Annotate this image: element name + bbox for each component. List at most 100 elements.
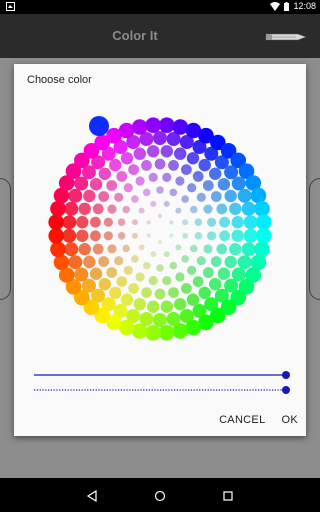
- color-swatch[interactable]: [83, 189, 96, 203]
- color-swatch[interactable]: [114, 192, 124, 202]
- color-swatch[interactable]: [53, 254, 70, 271]
- color-swatch[interactable]: [231, 216, 244, 229]
- color-swatch[interactable]: [107, 244, 117, 254]
- color-swatch[interactable]: [98, 256, 110, 267]
- color-swatch[interactable]: [154, 158, 166, 170]
- color-swatch[interactable]: [216, 243, 228, 255]
- color-swatch[interactable]: [162, 172, 172, 182]
- color-swatch[interactable]: [207, 231, 217, 241]
- color-swatch[interactable]: [169, 220, 174, 225]
- color-swatch[interactable]: [103, 217, 113, 227]
- color-swatch[interactable]: [64, 242, 79, 257]
- alpha-slider[interactable]: [34, 386, 290, 394]
- color-swatch[interactable]: [192, 171, 204, 182]
- color-swatch[interactable]: [187, 265, 197, 275]
- color-swatch[interactable]: [89, 267, 103, 280]
- color-swatch[interactable]: [48, 214, 64, 230]
- color-swatch[interactable]: [133, 298, 146, 311]
- color-swatch[interactable]: [172, 323, 189, 339]
- color-swatch[interactable]: [116, 276, 128, 287]
- selected-color-swatch[interactable]: [89, 116, 109, 136]
- color-swatch[interactable]: [90, 216, 101, 228]
- color-swatch[interactable]: [138, 207, 145, 214]
- color-swatch[interactable]: [153, 131, 167, 145]
- color-swatch[interactable]: [256, 214, 272, 230]
- color-swatch[interactable]: [141, 287, 152, 298]
- color-swatch[interactable]: [148, 172, 158, 182]
- color-swatch[interactable]: [109, 286, 122, 300]
- color-swatch[interactable]: [135, 272, 145, 282]
- color-swatch[interactable]: [256, 228, 272, 244]
- color-swatch[interactable]: [92, 203, 104, 215]
- color-swatch[interactable]: [138, 244, 145, 251]
- color-swatch[interactable]: [76, 229, 89, 242]
- color-swatch[interactable]: [198, 286, 211, 300]
- color-swatch[interactable]: [118, 122, 135, 139]
- color-swatch[interactable]: [175, 176, 185, 186]
- color-swatch[interactable]: [229, 202, 242, 215]
- color-swatch[interactable]: [243, 215, 258, 230]
- color-swatch[interactable]: [98, 191, 110, 202]
- color-swatch[interactable]: [157, 213, 163, 219]
- color-swatch[interactable]: [48, 228, 64, 244]
- color-swatch[interactable]: [175, 244, 182, 251]
- color-swatch[interactable]: [147, 145, 160, 158]
- color-swatch[interactable]: [150, 200, 157, 207]
- color-swatch[interactable]: [181, 283, 192, 294]
- color-swatch[interactable]: [217, 267, 231, 280]
- color-swatch[interactable]: [187, 183, 197, 193]
- color-swatch[interactable]: [207, 217, 217, 227]
- color-swatch[interactable]: [254, 200, 270, 217]
- color-swatch[interactable]: [192, 276, 204, 287]
- color-swatch[interactable]: [120, 152, 134, 165]
- color-swatch[interactable]: [175, 272, 185, 282]
- color-swatch[interactable]: [90, 230, 101, 242]
- color-wheel[interactable]: [14, 64, 306, 364]
- ok-button[interactable]: OK: [274, 414, 307, 426]
- color-swatch[interactable]: [106, 267, 118, 278]
- color-swatch[interactable]: [190, 205, 198, 214]
- color-swatch[interactable]: [64, 201, 79, 216]
- color-swatch[interactable]: [196, 256, 206, 266]
- lightness-slider-thumb[interactable]: [282, 371, 290, 379]
- color-swatch[interactable]: [190, 244, 198, 253]
- color-swatch[interactable]: [186, 152, 200, 165]
- color-swatch[interactable]: [153, 313, 167, 327]
- color-swatch[interactable]: [254, 241, 270, 258]
- color-swatch[interactable]: [168, 160, 179, 171]
- color-swatch[interactable]: [146, 220, 151, 225]
- color-swatch[interactable]: [98, 167, 112, 180]
- color-swatch[interactable]: [131, 255, 139, 263]
- color-swatch[interactable]: [174, 298, 187, 311]
- color-swatch[interactable]: [241, 201, 256, 216]
- color-swatch[interactable]: [169, 261, 178, 270]
- color-swatch[interactable]: [103, 231, 113, 241]
- color-swatch[interactable]: [89, 178, 103, 191]
- color-swatch[interactable]: [160, 145, 173, 158]
- color-swatch[interactable]: [217, 178, 231, 191]
- color-swatch[interactable]: [156, 264, 164, 272]
- color-swatch[interactable]: [163, 251, 170, 258]
- color-swatch[interactable]: [131, 195, 139, 203]
- color-swatch[interactable]: [150, 251, 157, 258]
- recents-icon[interactable]: [222, 489, 234, 507]
- back-icon[interactable]: [86, 489, 98, 507]
- color-swatch[interactable]: [122, 244, 130, 253]
- color-swatch[interactable]: [231, 176, 246, 191]
- color-swatch[interactable]: [109, 158, 122, 172]
- color-swatch[interactable]: [83, 255, 96, 269]
- color-swatch[interactable]: [169, 188, 178, 197]
- color-swatch[interactable]: [202, 180, 214, 191]
- color-swatch[interactable]: [145, 325, 161, 341]
- color-swatch[interactable]: [114, 256, 124, 266]
- lightness-slider[interactable]: [34, 371, 290, 379]
- cancel-button[interactable]: CANCEL: [211, 414, 273, 426]
- color-swatch[interactable]: [92, 243, 104, 255]
- color-swatch[interactable]: [131, 119, 148, 135]
- color-swatch[interactable]: [123, 183, 133, 193]
- color-swatch[interactable]: [135, 176, 145, 186]
- color-swatch[interactable]: [128, 164, 139, 175]
- color-swatch[interactable]: [181, 195, 189, 203]
- color-swatch[interactable]: [62, 228, 77, 243]
- color-swatch[interactable]: [146, 233, 151, 238]
